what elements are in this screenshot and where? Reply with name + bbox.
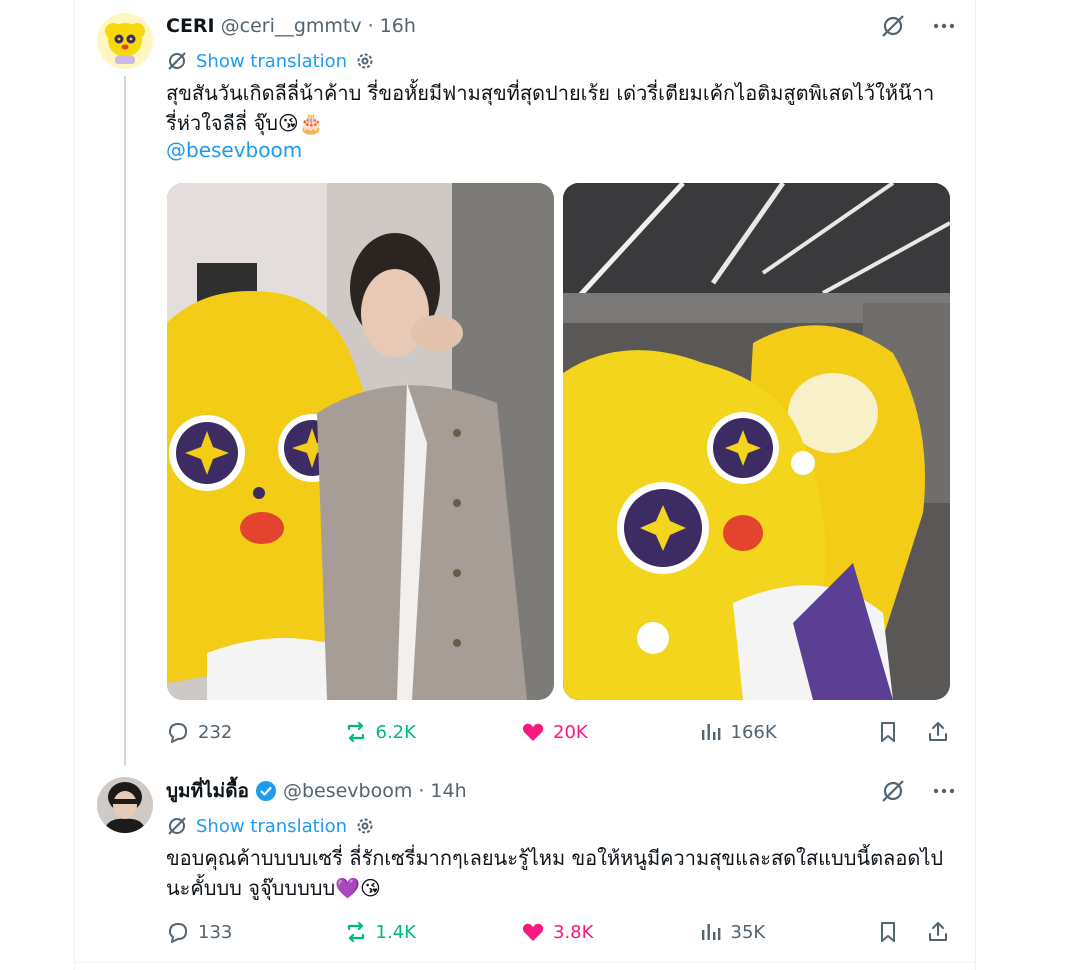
tweet-text-line: รี่ห่วใจลีลี่ จุ๊บ😘🎂 bbox=[166, 111, 324, 135]
reply-button[interactable]: 232 bbox=[166, 720, 344, 744]
show-translation[interactable]: Show translation bbox=[166, 812, 375, 840]
mention-link[interactable]: @besevboom bbox=[166, 138, 302, 162]
user-handle[interactable]: @ceri__gmmtv bbox=[221, 15, 362, 37]
user-handle[interactable]: @besevboom bbox=[283, 780, 412, 802]
views-icon bbox=[699, 920, 723, 944]
tweet-top-actions bbox=[880, 775, 956, 807]
tweet-text: สุขสันวันเกิดลีลี่น้าค้าบ รี่ขอหั้ยมีฟาม… bbox=[166, 78, 956, 138]
repost-icon bbox=[344, 720, 368, 744]
tweet-text: ขอบคุณค้าบบบบเซรี่ ลี่รักเซรี่มากๆเลยนะร… bbox=[166, 843, 956, 903]
views-button[interactable]: 35K bbox=[699, 920, 877, 944]
repost-button[interactable]: 1.4K bbox=[344, 920, 522, 944]
like-button[interactable]: 3.8K bbox=[521, 920, 699, 944]
divider bbox=[74, 962, 976, 963]
translate-icon bbox=[166, 50, 188, 72]
avatar-boom[interactable] bbox=[97, 777, 153, 833]
separator-dot: · bbox=[418, 780, 425, 802]
views-button[interactable]: 166K bbox=[699, 720, 877, 744]
share-icon[interactable] bbox=[926, 920, 950, 944]
views-count: 166K bbox=[730, 721, 777, 743]
reply-count: 133 bbox=[198, 921, 233, 943]
bookmark-icon[interactable] bbox=[876, 920, 900, 944]
like-button[interactable]: 20K bbox=[521, 720, 699, 744]
bookmark-icon[interactable] bbox=[876, 720, 900, 744]
tweet-top-actions bbox=[880, 10, 956, 42]
grok-icon[interactable] bbox=[880, 13, 906, 39]
show-translation-label[interactable]: Show translation bbox=[196, 51, 347, 72]
translate-icon bbox=[166, 815, 188, 837]
tweet-actions: 133 1.4K 3.8K 35K bbox=[166, 916, 950, 948]
reply-icon bbox=[166, 920, 190, 944]
timestamp[interactable]: 14h bbox=[430, 780, 466, 802]
more-icon[interactable] bbox=[932, 779, 956, 803]
grok-icon[interactable] bbox=[880, 778, 906, 804]
thread-connector bbox=[124, 76, 126, 766]
like-count: 3.8K bbox=[553, 921, 594, 943]
tweet-photo-1[interactable] bbox=[167, 183, 554, 700]
settings-icon[interactable] bbox=[355, 51, 375, 71]
heart-icon bbox=[521, 720, 545, 744]
verified-icon bbox=[255, 780, 277, 802]
share-icon[interactable] bbox=[926, 720, 950, 744]
tweet-secondary-actions bbox=[876, 920, 950, 944]
timestamp[interactable]: 16h bbox=[380, 15, 416, 37]
show-translation[interactable]: Show translation bbox=[166, 47, 375, 75]
tweet-text-line: นะคั้บบบ จูจุ๊บบบบบ💜😘 bbox=[166, 876, 381, 900]
show-translation-label[interactable]: Show translation bbox=[196, 816, 347, 837]
more-icon[interactable] bbox=[932, 14, 956, 38]
tweet-header: บูมที่ไม่ดื้อ @besevboom · 14h bbox=[166, 775, 467, 807]
repost-count: 6.2K bbox=[375, 721, 416, 743]
tweet-photo-2[interactable] bbox=[563, 183, 950, 700]
tweet-text-line: สุขสันวันเกิดลีลี่น้าค้าบ รี่ขอหั้ยมีฟาม… bbox=[166, 81, 935, 105]
repost-button[interactable]: 6.2K bbox=[344, 720, 522, 744]
like-count: 20K bbox=[553, 721, 588, 743]
display-name[interactable]: บูมที่ไม่ดื้อ bbox=[166, 776, 249, 806]
heart-icon bbox=[521, 920, 545, 944]
reply-icon bbox=[166, 720, 190, 744]
settings-icon[interactable] bbox=[355, 816, 375, 836]
tweet-header: CERI @ceri__gmmtv · 16h bbox=[166, 10, 416, 42]
display-name[interactable]: CERI bbox=[166, 15, 215, 37]
reply-button[interactable]: 133 bbox=[166, 920, 344, 944]
tweet-text-line: ขอบคุณค้าบบบบเซรี่ ลี่รักเซรี่มากๆเลยนะร… bbox=[166, 846, 944, 870]
separator-dot: · bbox=[367, 15, 374, 37]
repost-count: 1.4K bbox=[375, 921, 416, 943]
views-count: 35K bbox=[730, 921, 766, 943]
avatar-ceri[interactable] bbox=[97, 13, 153, 69]
tweet-actions: 232 6.2K 20K 166K bbox=[166, 716, 950, 748]
reply-count: 232 bbox=[198, 721, 233, 743]
views-icon bbox=[699, 720, 723, 744]
repost-icon bbox=[344, 920, 368, 944]
tweet-secondary-actions bbox=[876, 720, 950, 744]
